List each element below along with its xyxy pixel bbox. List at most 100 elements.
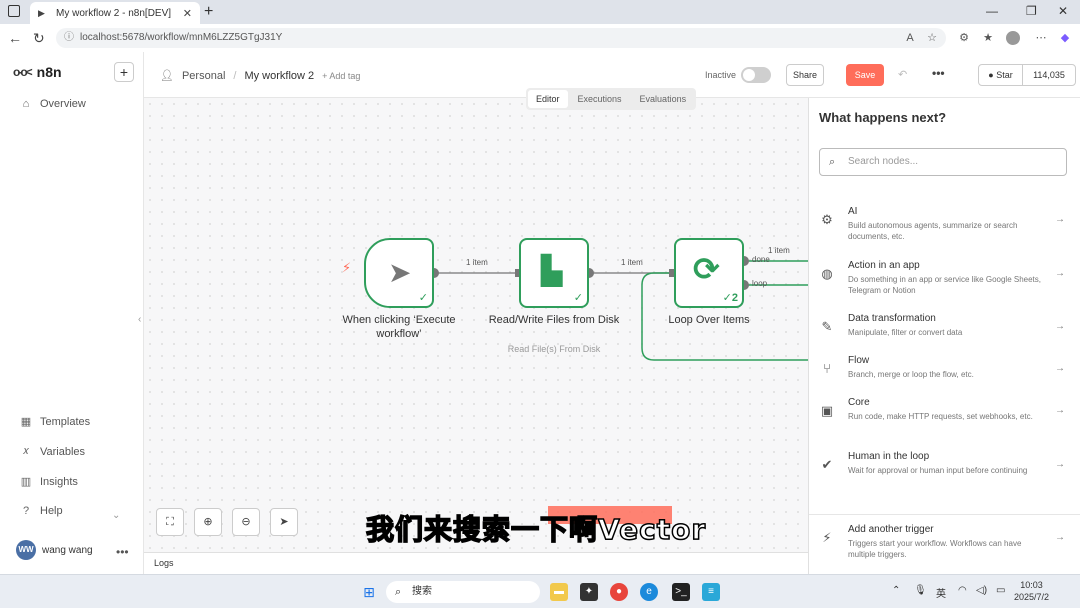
node-read-write-files[interactable]: ▙ ✓ xyxy=(519,238,589,308)
chrome-icon[interactable]: ● xyxy=(610,583,628,601)
maximize-icon[interactable]: ❐ xyxy=(1026,4,1037,18)
tab-favicon-icon: ▶ xyxy=(38,8,45,18)
zoom-in-button[interactable]: ⊕ xyxy=(194,508,222,536)
user-more-icon[interactable]: ••• xyxy=(116,545,129,559)
minimize-icon[interactable]: — xyxy=(986,4,998,18)
search-nodes-input[interactable]: ⌕ Search nodes... xyxy=(819,148,1067,176)
create-button[interactable]: + xyxy=(114,62,134,82)
bolt-icon: ⚡ xyxy=(822,530,832,545)
ime-indicator[interactable]: 英 xyxy=(936,585,946,600)
sidebar-item-templates[interactable]: ▦ Templates xyxy=(20,415,91,429)
copilot-icon[interactable]: ◆ xyxy=(1058,31,1072,45)
success-check-icon: ✓ xyxy=(573,292,583,304)
chevron-down-icon[interactable]: ⌄ xyxy=(112,510,120,521)
n8n-logo-icon: o-o< xyxy=(13,65,33,79)
arrow-right-icon: → xyxy=(1055,363,1065,374)
github-star-button[interactable]: ● Star 114,035 xyxy=(978,64,1076,86)
user-menu[interactable]: WW wang wang xyxy=(16,540,93,560)
zoom-out-icon: ⊖ xyxy=(241,516,251,528)
taskbar-search-label: 搜索 xyxy=(412,586,432,597)
sidebar-item-overview[interactable]: ⌂ Overview xyxy=(20,98,86,110)
system-clock[interactable]: 10:03 2025/7/2 xyxy=(1014,579,1049,603)
notepad-icon[interactable]: ≡ xyxy=(702,583,720,601)
sidebar-item-label: Templates xyxy=(40,415,91,428)
more-actions-icon[interactable]: ••• xyxy=(932,66,945,80)
sidebar-item-variables[interactable]: 𝑥 Variables xyxy=(20,445,85,458)
browser-menu-icon[interactable]: ⋯ xyxy=(1034,31,1048,45)
n8n-app: o-o< n8n + ⌂ Overview ▦ Templates 𝑥 Vari… xyxy=(0,52,1080,574)
n8n-logo[interactable]: o-o< n8n xyxy=(13,64,62,80)
share-button[interactable]: Share xyxy=(786,64,824,86)
tray-chevron-icon[interactable]: ⌃ xyxy=(892,585,900,596)
undo-icon[interactable]: ↶ xyxy=(898,68,907,81)
windows-start-icon[interactable]: ⊞ xyxy=(360,583,378,601)
category-desc: Wait for approval or human input before … xyxy=(848,466,1028,475)
zoom-to-fit-button[interactable]: ⛶ xyxy=(156,508,184,536)
battery-icon[interactable]: ▭ xyxy=(996,585,1005,596)
workflow-name[interactable]: My workflow 2 xyxy=(244,70,314,82)
clock-time: 10:03 xyxy=(1020,580,1043,590)
collections-icon[interactable]: ★ xyxy=(981,31,995,45)
windows-taskbar: ⊞ ⌕ 搜索 ▬ ✦ ● e >_ ≡ ⌃ 🎙︎ 英 ◠ ◁) ▭ 10:03 … xyxy=(0,574,1080,608)
sidebar-item-insights[interactable]: ▥ Insights xyxy=(20,475,78,489)
panel-divider xyxy=(809,514,1080,515)
project-icon: 👤︎ xyxy=(160,70,174,82)
site-info-icon[interactable]: ⓘ xyxy=(64,28,74,48)
category-desc: Triggers start your workflow. Workflows … xyxy=(848,539,1022,559)
category-desc: Manipulate, filter or convert data xyxy=(848,328,963,337)
add-tag-link[interactable]: + Add tag xyxy=(322,71,360,81)
browser-tab[interactable]: ▶ My workflow 2 - n8n[DEV] ✕ xyxy=(30,2,200,24)
video-subtitle: 我们来搜索一下啊Vector xyxy=(365,512,707,547)
tab-title: My workflow 2 - n8n[DEV] xyxy=(56,7,172,19)
pointer-icon: ➤ xyxy=(279,516,289,528)
save-button[interactable]: Save xyxy=(846,64,884,86)
workflow-canvas[interactable]: Editor Executions Evaluations ⚡ ➤ ✓ When… xyxy=(144,88,808,552)
output-label-loop: loop xyxy=(752,279,768,288)
home-icon: ⌂ xyxy=(22,98,30,110)
category-title: Flow xyxy=(848,355,870,366)
wifi-icon[interactable]: ◠ xyxy=(958,585,967,596)
active-toggle[interactable] xyxy=(741,67,771,83)
breadcrumb: 👤︎ Personal / My workflow 2 + Add tag xyxy=(160,69,360,83)
node-label: Read/Write Files from Disk xyxy=(488,314,620,326)
category-title: Data transformation xyxy=(848,313,936,324)
volume-icon[interactable]: ◁) xyxy=(976,585,987,596)
close-window-icon[interactable]: ✕ xyxy=(1058,4,1068,18)
node-subtitle: Read File(s) From Disk xyxy=(507,344,601,354)
avatar: WW xyxy=(16,540,36,560)
extensions-icon[interactable]: ⚙ xyxy=(957,31,971,45)
trigger-bolt-icon: ⚡ xyxy=(342,260,352,275)
sidebar-item-label: Insights xyxy=(40,475,78,488)
category-desc: Do something in an app or service like G… xyxy=(848,275,1041,295)
category-title: Action in an app xyxy=(848,260,920,271)
sidebar-item-label: Overview xyxy=(40,98,86,110)
sidebar-item-help[interactable]: ? Help xyxy=(20,505,63,517)
category-desc: Run code, make HTTP requests, set webhoo… xyxy=(848,412,1033,421)
taskbar-search[interactable]: ⌕ 搜索 xyxy=(386,581,540,603)
read-aloud-icon[interactable]: A xyxy=(903,31,917,45)
connection-item-count: 1 item xyxy=(621,258,643,267)
collapse-sidebar-icon[interactable]: ‹ xyxy=(138,314,141,325)
logs-panel[interactable]: Logs xyxy=(144,552,808,574)
microphone-icon[interactable]: 🎙︎ xyxy=(914,585,927,596)
back-icon[interactable]: ← xyxy=(8,30,22,46)
connection-item-count: 1 item xyxy=(768,246,790,255)
insights-icon: ▥ xyxy=(20,476,32,488)
zoom-out-button[interactable]: ⊖ xyxy=(232,508,260,536)
node-manual-trigger[interactable]: ➤ ✓ xyxy=(364,238,434,308)
node-loop-over-items[interactable]: ⟳ ✓2 xyxy=(674,238,744,308)
edge-icon[interactable]: e xyxy=(640,583,658,601)
url-field[interactable]: ⓘ localhost:5678/workflow/mnM6LZZ5GTgJ31… xyxy=(56,28,946,48)
file-explorer-icon[interactable]: ▬ xyxy=(550,583,568,601)
profile-avatar[interactable] xyxy=(1006,31,1020,45)
new-tab-icon[interactable]: + xyxy=(204,3,213,21)
window-menu-icon[interactable] xyxy=(8,5,20,17)
app-icon[interactable]: ✦ xyxy=(580,583,598,601)
favorite-star-icon[interactable]: ☆ xyxy=(925,31,939,45)
browser-tab-strip: ▶ My workflow 2 - n8n[DEV] ✕ + — ❐ ✕ xyxy=(0,0,1080,24)
reload-icon[interactable]: ↻ xyxy=(33,30,45,47)
tidy-up-button[interactable]: ➤ xyxy=(270,508,298,536)
tab-close-icon[interactable]: ✕ xyxy=(183,7,192,20)
terminal-icon[interactable]: >_ xyxy=(672,583,690,601)
breadcrumb-project[interactable]: Personal xyxy=(182,70,225,82)
